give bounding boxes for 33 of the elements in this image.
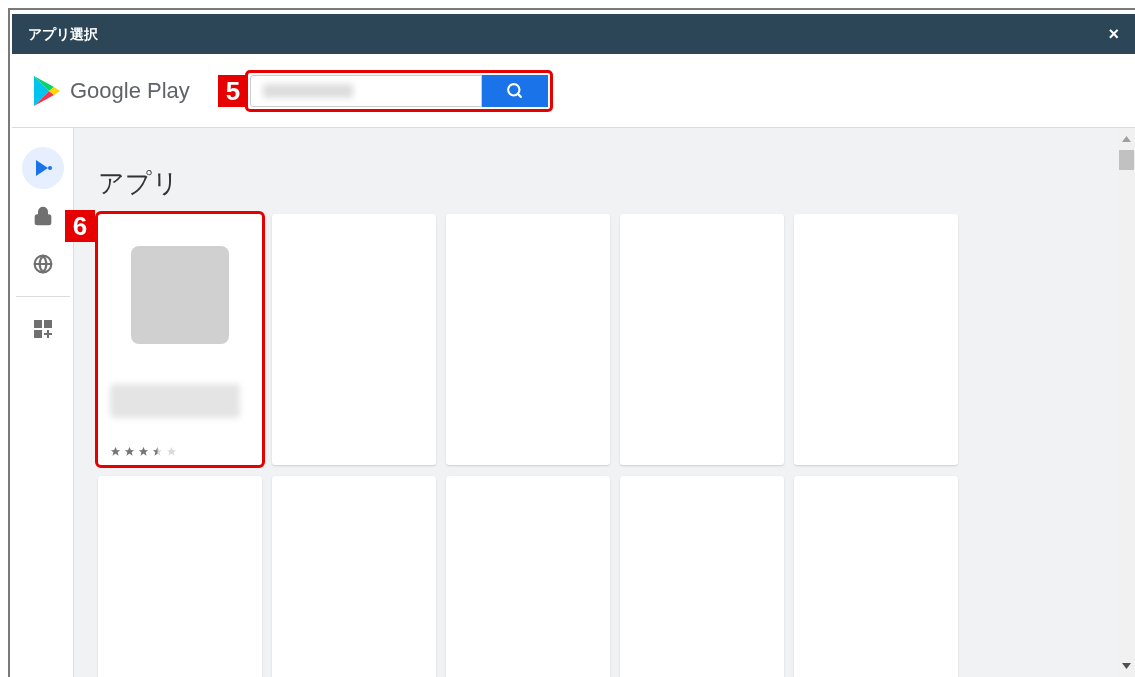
app-card[interactable] (272, 476, 436, 677)
search-icon (506, 82, 524, 99)
scroll-up-icon[interactable] (1122, 136, 1131, 142)
search-field[interactable] (247, 72, 550, 109)
scrollbar-thumb[interactable] (1119, 150, 1134, 170)
logo-text: Google Play (70, 77, 190, 105)
star-icon (152, 446, 163, 457)
app-card[interactable] (620, 476, 784, 677)
callout-number: 6 (65, 210, 95, 242)
close-button[interactable]: × (1108, 25, 1119, 43)
app-card[interactable] (620, 214, 784, 465)
star-icon (166, 446, 177, 457)
globe-icon (32, 254, 53, 274)
search-button[interactable] (481, 74, 548, 107)
app-card[interactable] (794, 214, 958, 465)
scrollbar[interactable] (1118, 128, 1135, 677)
app-card[interactable] (446, 476, 610, 677)
star-icon (138, 446, 149, 457)
star-icon (124, 446, 135, 457)
add-apps-icon (33, 320, 52, 338)
section-heading: アプリ (98, 170, 180, 196)
star-icon (110, 446, 121, 457)
scroll-down-icon[interactable] (1122, 663, 1131, 669)
callout-number: 5 (217, 74, 248, 107)
app-card[interactable] (98, 214, 262, 465)
app-card[interactable] (98, 476, 262, 677)
app-card[interactable] (794, 476, 958, 677)
app-card[interactable] (446, 214, 610, 465)
lock-icon (32, 206, 53, 226)
app-card[interactable] (272, 214, 436, 465)
sidebar-item[interactable] (21, 147, 64, 189)
play-logo-icon (32, 74, 62, 107)
window-title: アプリ選択 (28, 24, 98, 44)
